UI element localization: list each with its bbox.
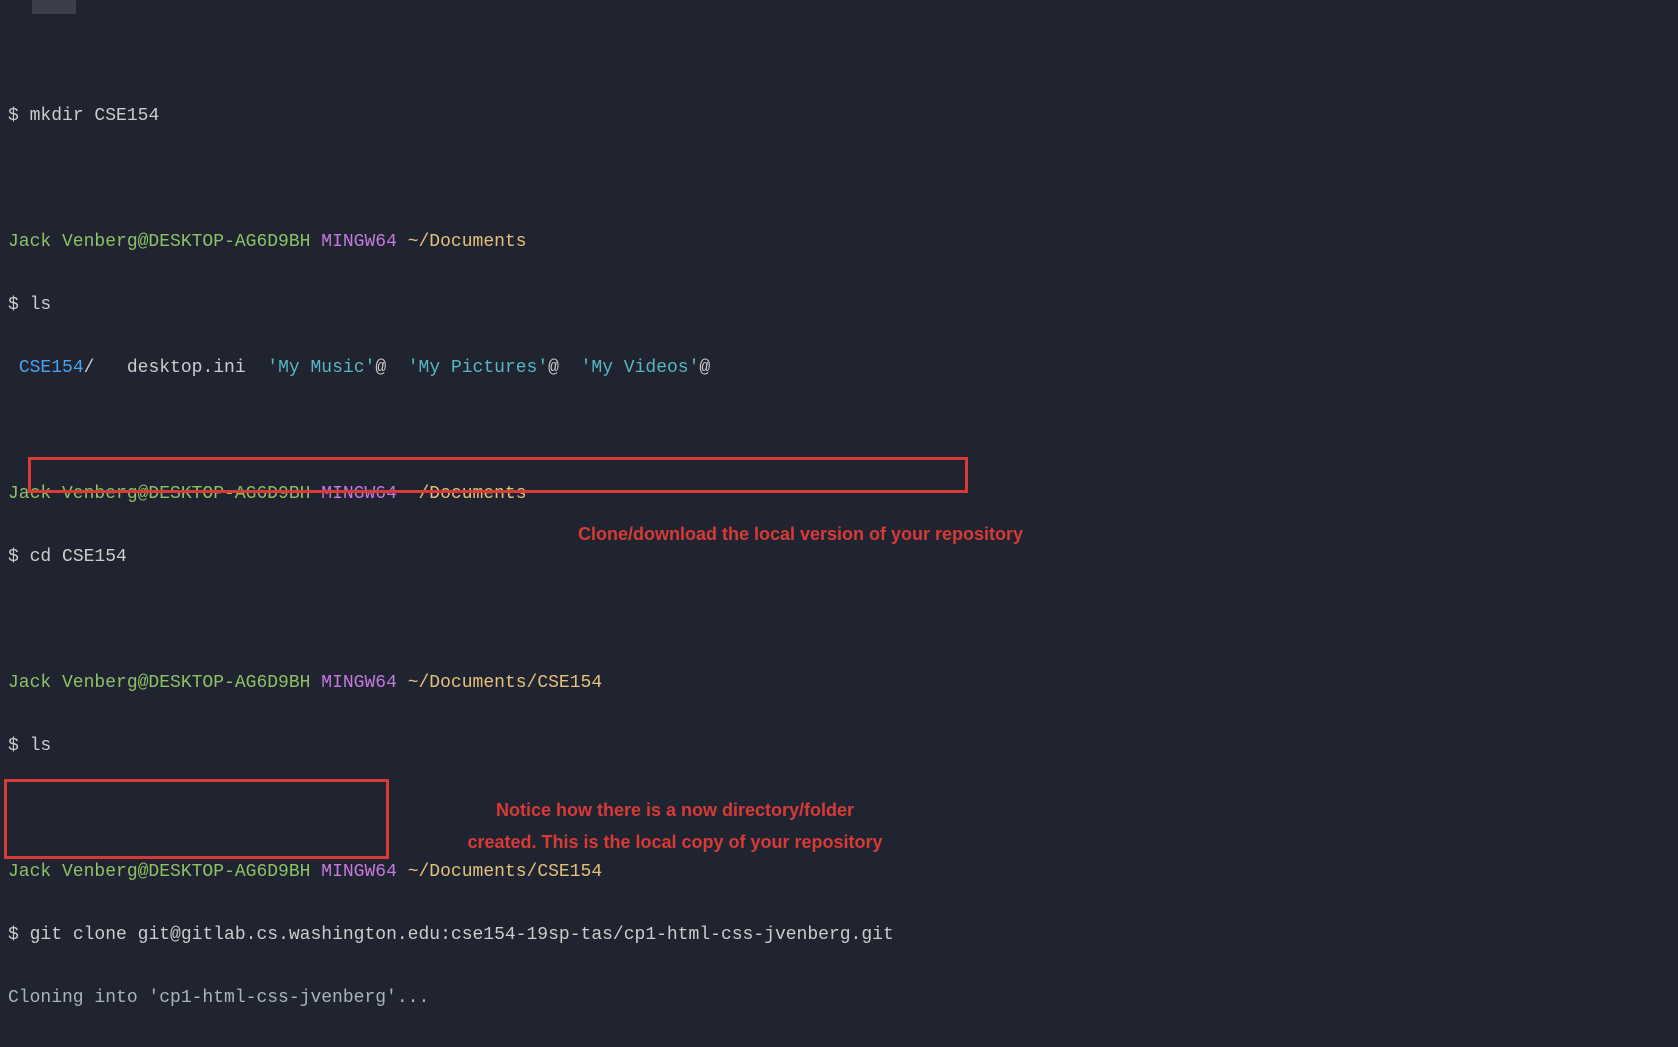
prompt-path: ~/Documents/CSE154 [408,862,602,882]
spacer [19,736,30,756]
blank-line [8,605,1670,637]
prompt-dollar: $ [8,547,19,567]
spacer [19,547,30,567]
blank-line [8,164,1670,196]
terminal-line: $ ls [8,290,1670,322]
spacer [559,358,581,378]
prompt-dollar: $ [8,106,19,126]
spacer [246,358,268,378]
ls-at: @ [375,358,386,378]
prompt-user: Jack Venberg@DESKTOP-AG6D9BH [8,862,310,882]
spacer [386,358,408,378]
prompt-dollar: $ [8,925,19,945]
spacer [19,295,30,315]
prompt-user: Jack Venberg@DESKTOP-AG6D9BH [8,484,310,504]
git-output-line: Cloning into 'cp1-html-css-jvenberg'... [8,983,1670,1015]
spacer [397,484,408,504]
prompt-line: Jack Venberg@DESKTOP-AG6D9BH MINGW64 ~/D… [8,479,1670,511]
terminal-line: $ ls [8,731,1670,763]
spacer [397,862,408,882]
command-cd: cd CSE154 [30,547,127,567]
prompt-dollar: $ [8,736,19,756]
terminal-line: $ git clone git@gitlab.cs.washington.edu… [8,920,1670,952]
prompt-path: ~/Documents [408,232,527,252]
prompt-line: Jack Venberg@DESKTOP-AG6D9BH MINGW64 ~/D… [8,227,1670,259]
command-mkdir: mkdir CSE154 [30,106,160,126]
ls-slash: / [84,358,127,378]
ls-link-my-pictures: 'My Pictures' [408,358,548,378]
tab-button[interactable] [32,0,76,14]
command-ls: ls [30,736,52,756]
spacer [397,232,408,252]
terminal-line: $ mkdir CSE154 [8,101,1670,133]
annotation-text-clone: Clone/download the local version of your… [578,519,1023,551]
annotation-text-directory: Notice how there is a now directory/fold… [440,795,910,858]
spacer [310,862,321,882]
ls-file-desktop-ini: desktop.ini [127,358,246,378]
blank-line [8,416,1670,448]
spacer [19,925,30,945]
ls-at: @ [699,358,710,378]
command-git-clone: git clone git@gitlab.cs.washington.edu:c… [30,925,894,945]
ls-link-my-music: 'My Music' [267,358,375,378]
spacer [397,673,408,693]
ls-output-line: CSE154/ desktop.ini 'My Music'@ 'My Pict… [8,353,1670,385]
spacer [310,232,321,252]
ls-dir-cse154: CSE154 [19,358,84,378]
spacer [8,358,19,378]
prompt-line: Jack Venberg@DESKTOP-AG6D9BH MINGW64 ~/D… [8,857,1670,889]
prompt-user: Jack Venberg@DESKTOP-AG6D9BH [8,673,310,693]
prompt-path: ~/Documents [408,484,527,504]
prompt-shell: MINGW64 [321,673,397,693]
prompt-user: Jack Venberg@DESKTOP-AG6D9BH [8,232,310,252]
spacer [310,673,321,693]
prompt-line: Jack Venberg@DESKTOP-AG6D9BH MINGW64 ~/D… [8,668,1670,700]
command-ls: ls [30,295,52,315]
prompt-shell: MINGW64 [321,232,397,252]
prompt-path: ~/Documents/CSE154 [408,673,602,693]
prompt-dollar: $ [8,295,19,315]
ls-link-my-videos: 'My Videos' [581,358,700,378]
prompt-shell: MINGW64 [321,484,397,504]
ls-at: @ [548,358,559,378]
prompt-shell: MINGW64 [321,862,397,882]
terminal-window[interactable]: $ mkdir CSE154 Jack Venberg@DESKTOP-AG6D… [0,0,1678,1047]
spacer [19,106,30,126]
spacer [310,484,321,504]
